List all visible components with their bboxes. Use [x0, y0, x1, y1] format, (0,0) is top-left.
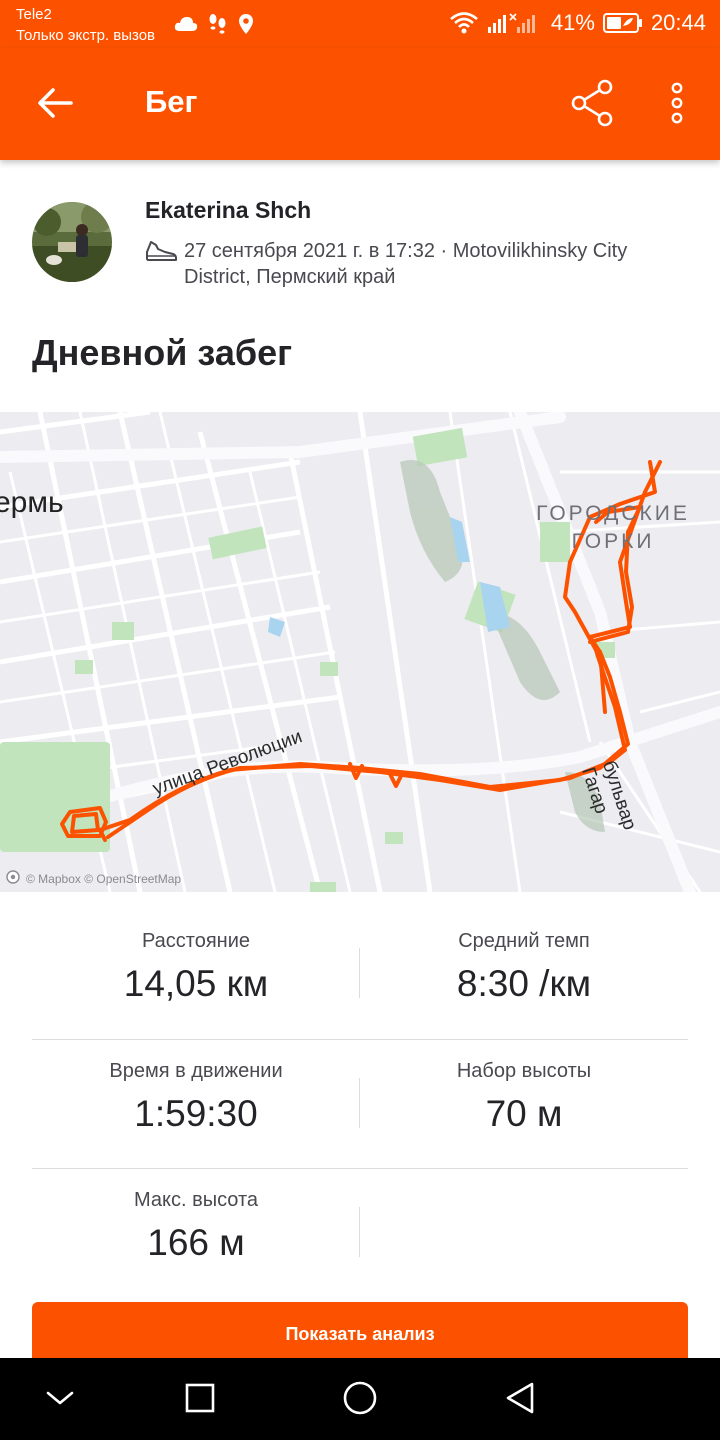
stat-label: Средний темп: [458, 930, 590, 952]
location-icon: [238, 13, 254, 40]
info-icon: [6, 870, 20, 887]
stat-value: 166 м: [147, 1222, 245, 1263]
status-bar: Tele2 Только экстр. вызов 41% 20:44: [0, 0, 720, 48]
more-vertical-icon: [670, 81, 684, 130]
activity-stats: Расстояние 14,05 км Средний темп 8:30 /к…: [32, 910, 688, 1297]
more-options-button[interactable]: [656, 78, 698, 132]
stat-label: Время в движении: [109, 1060, 283, 1082]
stat-value: 8:30 /км: [456, 963, 592, 1004]
system-navigation-bar: [0, 1358, 720, 1440]
steps-icon: [208, 13, 228, 40]
stats-row: Время в движении 1:59:30 Набор высоты 70…: [32, 1039, 688, 1168]
stat-distance: Расстояние 14,05 км: [32, 928, 360, 1006]
cloud-icon: [174, 16, 198, 37]
stats-row: Макс. высота 166 м: [32, 1168, 688, 1297]
stat-label: Макс. высота: [133, 1189, 259, 1211]
stat-label: Расстояние: [141, 930, 251, 952]
page-title: Бег: [145, 84, 198, 119]
triangle-back-icon: [504, 1381, 536, 1420]
back-button[interactable]: [30, 80, 80, 130]
stat-value: 14,05 км: [123, 963, 269, 1004]
notification-icons: [174, 13, 254, 40]
map-attribution[interactable]: © Mapbox © OpenStreetMap: [6, 870, 181, 887]
stats-row: Расстояние 14,05 км Средний темп 8:30 /к…: [32, 910, 688, 1039]
nav-collapse-button[interactable]: [36, 1376, 84, 1424]
activity-title: Дневной забег: [32, 332, 293, 373]
square-icon: [184, 1382, 216, 1419]
activity-date-location: 27 сентября 2021 г. в 17:32 · Motovilikh…: [184, 240, 628, 288]
battery-percent: 41%: [550, 10, 595, 35]
avatar[interactable]: [32, 202, 112, 282]
emergency-calls-label: Только экстр. вызов: [16, 27, 156, 44]
shoe-icon: [144, 238, 178, 269]
clock: 20:44: [650, 10, 706, 35]
chevron-down-icon: [45, 1388, 75, 1413]
share-icon: [569, 79, 617, 132]
stat-max-elevation: Макс. высота 166 м: [32, 1187, 360, 1265]
map-district-label: ГОРОДСКИЕ ГОРКИ: [536, 502, 690, 553]
show-analysis-button[interactable]: Показать анализ: [32, 1302, 688, 1366]
wifi-icon: [449, 11, 479, 35]
system-status: 41% 20:44: [449, 10, 706, 36]
signal-icon: [487, 11, 543, 35]
stat-label: Набор высоты: [456, 1060, 592, 1082]
carrier-name: Tele2: [16, 6, 52, 23]
nav-home-button[interactable]: [336, 1376, 384, 1424]
stat-divider: [359, 1207, 360, 1257]
athlete-name[interactable]: Ekaterina Shch: [145, 197, 311, 224]
circle-icon: [342, 1380, 378, 1421]
app-bar: Бег: [0, 48, 720, 160]
stat-value: 1:59:30: [134, 1093, 258, 1134]
nav-recents-button[interactable]: [176, 1376, 224, 1424]
map-city-label: ермь: [0, 486, 64, 519]
stat-moving-time: Время в движении 1:59:30: [32, 1058, 360, 1136]
share-button[interactable]: [566, 78, 620, 132]
attribution-text: © Mapbox © OpenStreetMap: [26, 871, 182, 886]
stat-value: 70 м: [485, 1093, 563, 1134]
stat-average-pace: Средний темп 8:30 /км: [360, 928, 688, 1006]
back-arrow-icon: [37, 87, 73, 124]
stat-elevation-gain: Набор высоты 70 м: [360, 1058, 688, 1136]
battery-icon: [602, 12, 643, 34]
nav-back-button[interactable]: [496, 1376, 544, 1424]
